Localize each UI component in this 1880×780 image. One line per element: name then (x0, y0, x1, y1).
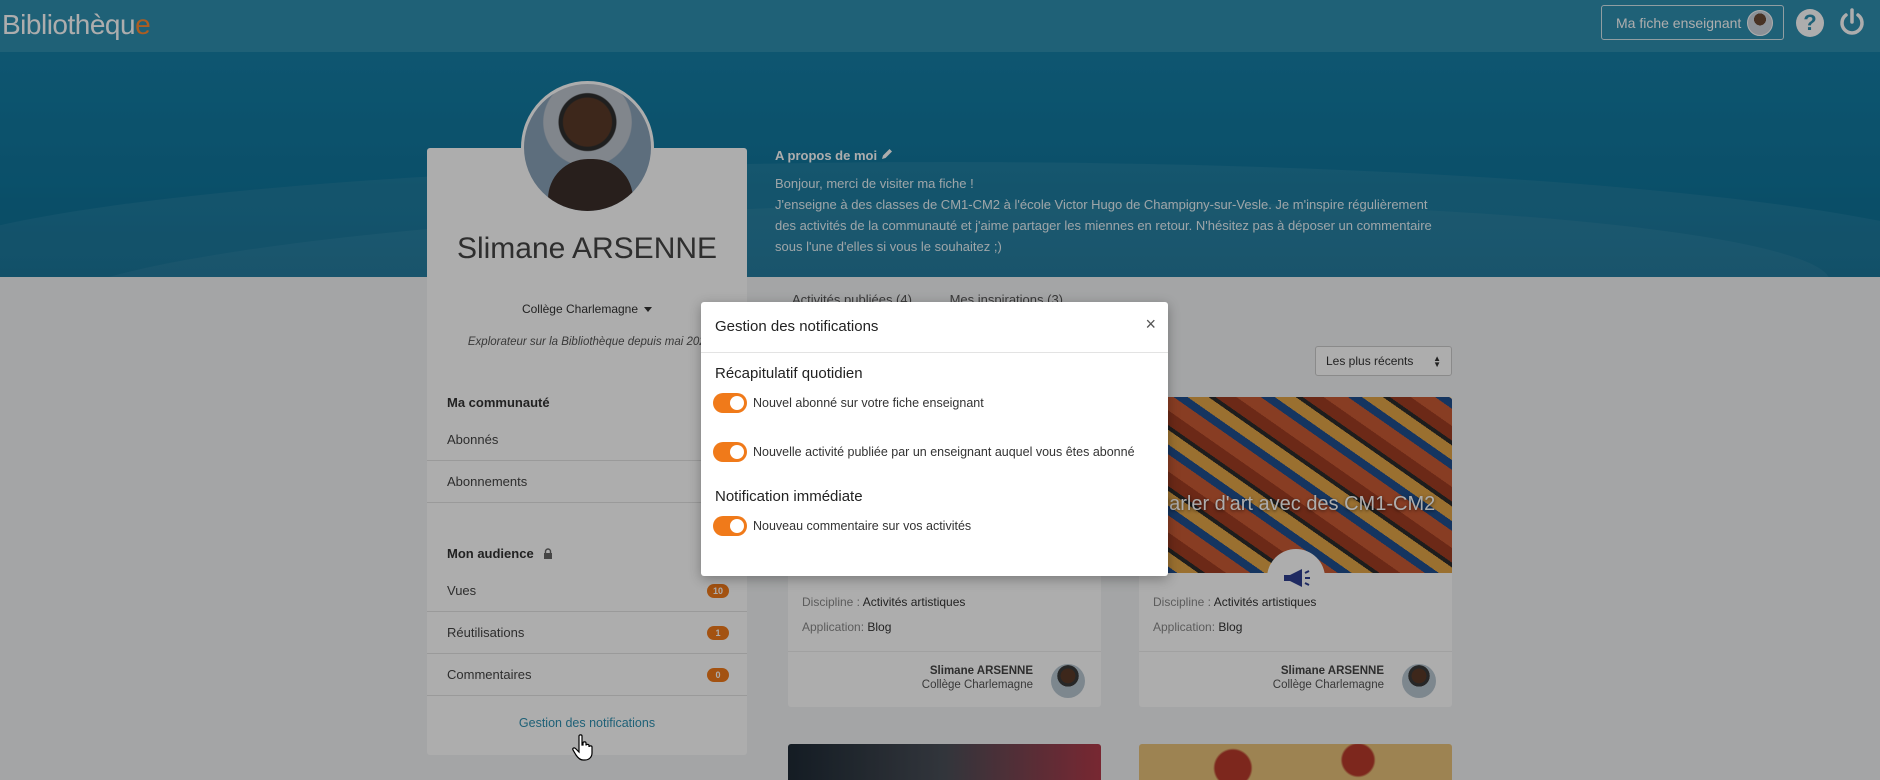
modal-title: Gestion des notifications (715, 318, 879, 335)
new-follower-toggle[interactable] (713, 393, 747, 413)
new-activity-toggle[interactable] (713, 442, 747, 462)
modal-header: Gestion des notifications × (701, 302, 1168, 353)
toggle-row: Nouvelle activité publiée par un enseign… (713, 442, 1135, 462)
toggle-label: Nouvel abonné sur votre fiche enseignant (753, 396, 984, 410)
toggle-row: Nouveau commentaire sur vos activités (713, 516, 971, 536)
hand-cursor-icon (572, 734, 593, 761)
toggle-row: Nouvel abonné sur votre fiche enseignant (713, 393, 984, 413)
daily-digest-title: Récapitulatif quotidien (715, 365, 863, 382)
new-comment-toggle[interactable] (713, 516, 747, 536)
notifications-modal: Gestion des notifications × Récapitulati… (701, 302, 1168, 576)
immediate-notification-title: Notification immédiate (715, 488, 863, 505)
toggle-label: Nouveau commentaire sur vos activités (753, 519, 972, 533)
toggle-label: Nouvelle activité publiée par un enseign… (753, 445, 1135, 459)
close-icon[interactable]: × (1145, 315, 1156, 333)
